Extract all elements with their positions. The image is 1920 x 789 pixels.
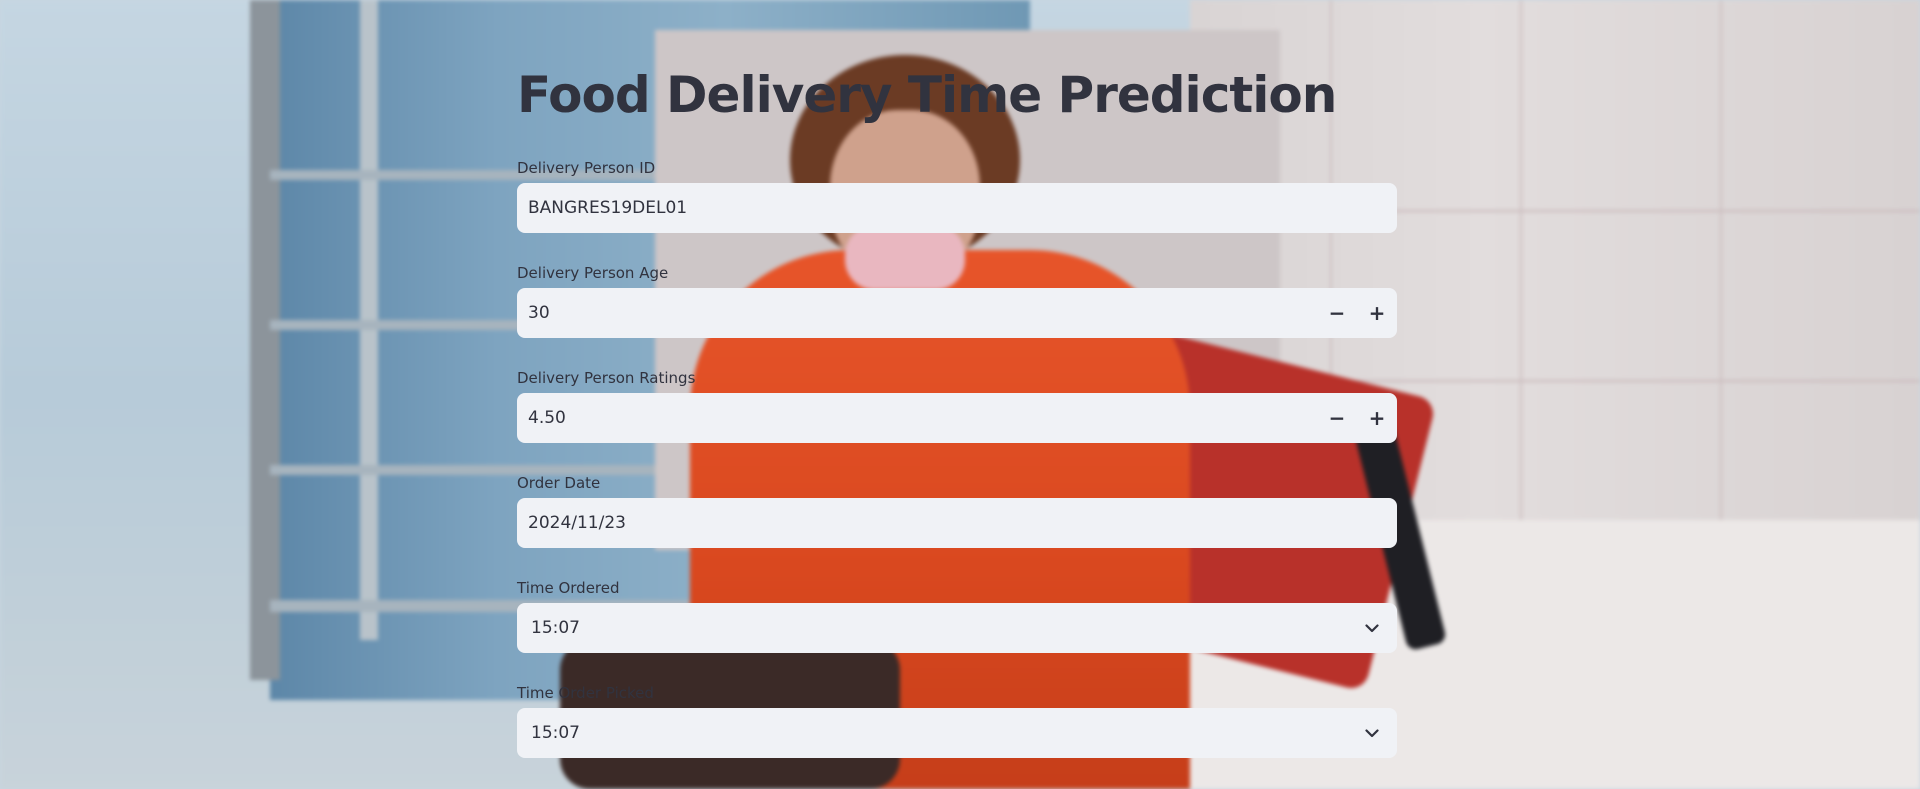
delivery-person-ratings-label: Delivery Person Ratings <box>517 369 696 387</box>
time-ordered-select[interactable]: 15:07 <box>517 603 1397 653</box>
ratings-increment-button[interactable]: + <box>1357 393 1397 443</box>
order-date-input-box[interactable] <box>517 498 1397 548</box>
delivery-person-ratings-field: Delivery Person Ratings − + <box>517 367 1397 443</box>
order-date-input[interactable] <box>528 513 1397 533</box>
order-date-field: Order Date <box>517 472 1397 548</box>
page-title: Food Delivery Time Prediction <box>517 66 1337 124</box>
delivery-person-age-input[interactable] <box>528 303 1317 323</box>
chevron-down-icon[interactable] <box>1347 603 1397 653</box>
age-decrement-button[interactable]: − <box>1317 288 1357 338</box>
time-order-picked-select[interactable]: 15:07 <box>517 708 1397 758</box>
delivery-person-ratings-input[interactable] <box>528 408 1317 428</box>
delivery-person-age-input-box[interactable]: − + <box>517 288 1397 338</box>
time-order-picked-value: 15:07 <box>531 723 580 743</box>
delivery-person-ratings-input-box[interactable]: − + <box>517 393 1397 443</box>
delivery-person-id-label: Delivery Person ID <box>517 159 656 177</box>
age-increment-button[interactable]: + <box>1357 288 1397 338</box>
time-ordered-value: 15:07 <box>531 618 580 638</box>
time-order-picked-label: Time Order Picked <box>517 684 654 702</box>
chevron-down-icon[interactable] <box>1347 708 1397 758</box>
time-ordered-field: Time Ordered 15:07 <box>517 577 1397 653</box>
delivery-person-id-field: Delivery Person ID <box>517 157 1397 233</box>
ratings-decrement-button[interactable]: − <box>1317 393 1357 443</box>
delivery-person-id-input-box[interactable] <box>517 183 1397 233</box>
delivery-person-id-input[interactable] <box>528 198 1397 218</box>
time-order-picked-field: Time Order Picked 15:07 <box>517 682 1397 758</box>
delivery-person-age-label: Delivery Person Age <box>517 264 669 282</box>
order-date-label: Order Date <box>517 474 601 492</box>
delivery-person-age-field: Delivery Person Age − + <box>517 262 1397 338</box>
time-ordered-label: Time Ordered <box>517 579 620 597</box>
